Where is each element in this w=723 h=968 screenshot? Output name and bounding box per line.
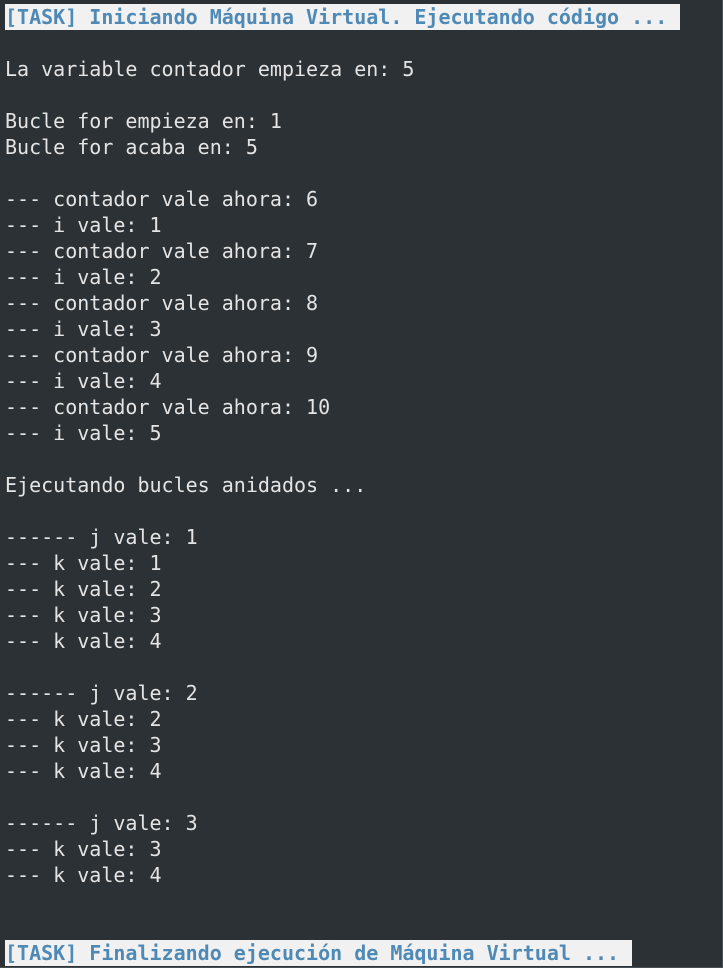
output-line: --- k vale: 4 <box>5 629 162 653</box>
terminal-header-line: [TASK] Iniciando Máquina Virtual. Ejecut… <box>5 4 681 30</box>
task-end-banner: [TASK] Finalizando ejecución de Máquina … <box>5 940 633 966</box>
output-line <box>5 446 680 472</box>
output-line: --- i vale: 3 <box>5 317 162 341</box>
output-line: --- i vale: 1 <box>5 213 162 237</box>
output-line: --- i vale: 4 <box>5 369 162 393</box>
output-line: --- k vale: 3 <box>5 603 162 627</box>
output-line: --- k vale: 3 <box>5 733 162 757</box>
output-line: --- contador vale ahora: 10 <box>5 395 331 419</box>
output-line: Bucle for acaba en: 5 <box>5 135 258 159</box>
output-line: Ejecutando bucles anidados ... <box>5 473 367 497</box>
output-line: --- k vale: 2 <box>5 707 162 731</box>
output-line <box>5 30 680 56</box>
output-line: --- contador vale ahora: 8 <box>5 291 319 315</box>
output-line: Bucle for empieza en: 1 <box>5 109 282 133</box>
output-line <box>5 784 680 810</box>
output-line: ------ j vale: 2 <box>5 681 198 705</box>
output-line: ------ j vale: 1 <box>5 525 198 549</box>
output-line: --- k vale: 3 <box>5 837 162 861</box>
output-line: --- k vale: 4 <box>5 759 162 783</box>
output-line <box>5 82 680 108</box>
task-start-banner: [TASK] Iniciando Máquina Virtual. Ejecut… <box>5 4 681 30</box>
output-line: --- contador vale ahora: 9 <box>5 343 319 367</box>
output-line: ------ j vale: 3 <box>5 811 198 835</box>
output-line: --- i vale: 2 <box>5 265 162 289</box>
terminal-output: [TASK] Iniciando Máquina Virtual. Ejecut… <box>5 4 681 888</box>
output-line <box>5 498 680 524</box>
output-line: --- k vale: 4 <box>5 863 162 887</box>
output-line: --- contador vale ahora: 7 <box>5 239 319 263</box>
output-line <box>5 160 680 186</box>
terminal-footer-line: [TASK] Finalizando ejecución de Máquina … <box>5 940 633 966</box>
output-line: --- i vale: 5 <box>5 421 162 445</box>
output-line: --- k vale: 2 <box>5 577 162 601</box>
output-line: La variable contador empieza en: 5 <box>5 57 415 81</box>
output-line: --- contador vale ahora: 6 <box>5 187 319 211</box>
output-line <box>5 654 680 680</box>
terminal-window[interactable]: [TASK] Iniciando Máquina Virtual. Ejecut… <box>0 0 723 968</box>
output-line: --- k vale: 1 <box>5 551 162 575</box>
